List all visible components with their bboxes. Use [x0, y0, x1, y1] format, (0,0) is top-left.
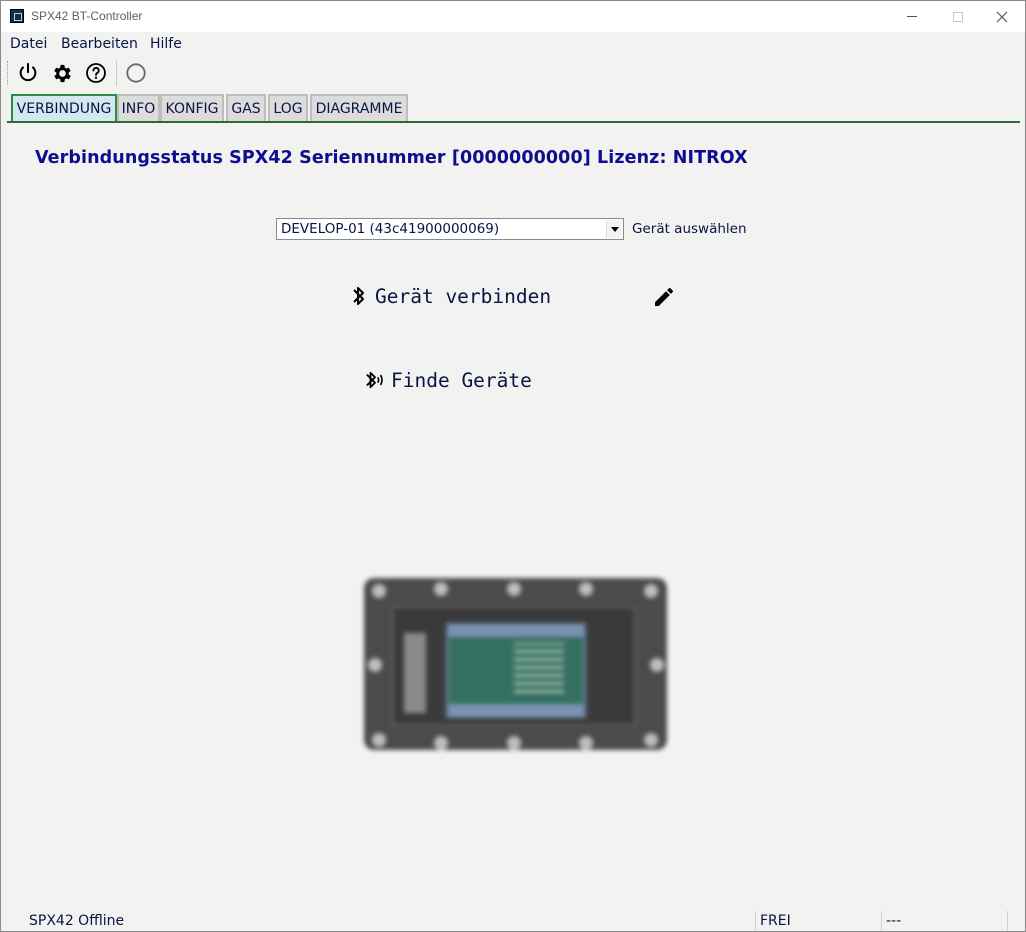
gear-icon	[53, 64, 71, 82]
toolbar-separator	[116, 60, 117, 86]
status-bar: SPX42 Offline FREI ---	[1, 907, 1025, 932]
minimize-button[interactable]	[889, 1, 935, 32]
device-select-value: DEVELOP-01 (43c41900000069)	[281, 221, 500, 237]
status-separator	[755, 911, 756, 931]
help-icon	[86, 63, 106, 83]
find-devices-button[interactable]: Finde Geräte	[365, 368, 532, 392]
tab-underline	[7, 121, 1020, 123]
connect-device-label: Gerät verbinden	[375, 284, 552, 308]
tab-verbindung[interactable]: VERBINDUNG	[11, 94, 117, 122]
close-button[interactable]	[979, 1, 1025, 32]
toolbar-grip	[7, 61, 9, 85]
app-window: SPX42 BT-Controller Datei Bearbeiten Hil…	[0, 0, 1026, 932]
tab-diagramme[interactable]: DIAGRAMME	[310, 94, 408, 121]
bluetooth-searching-icon	[365, 368, 385, 392]
device-select[interactable]: DEVELOP-01 (43c41900000069)	[276, 218, 624, 240]
menu-bearbeiten[interactable]: Bearbeiten	[61, 36, 138, 52]
menu-datei[interactable]: Datei	[10, 36, 47, 52]
status-extra: ---	[886, 913, 902, 929]
connect-device-button[interactable]: Gerät verbinden	[349, 284, 551, 308]
power-button[interactable]	[15, 60, 41, 86]
tab-info[interactable]: INFO	[117, 94, 160, 121]
status-connection: SPX42 Offline	[29, 913, 125, 929]
status-mode: FREI	[760, 913, 791, 929]
spx42-device-image	[364, 578, 667, 750]
tab-log[interactable]: LOG	[268, 94, 308, 121]
app-icon	[10, 9, 24, 23]
connection-status-heading: Verbindungsstatus SPX42 Seriennummer [00…	[35, 148, 748, 168]
settings-button[interactable]	[49, 60, 75, 86]
tab-konfig[interactable]: KONFIG	[160, 94, 224, 121]
edit-alias-button[interactable]	[652, 285, 676, 309]
window-title: SPX42 BT-Controller	[31, 9, 143, 23]
minimize-icon	[907, 16, 917, 17]
pencil-icon	[655, 287, 673, 306]
chevron-down-icon[interactable]	[606, 220, 622, 238]
status-separator	[1007, 911, 1008, 931]
help-button[interactable]	[83, 60, 109, 86]
find-devices-label: Finde Geräte	[391, 368, 532, 392]
title-bar: SPX42 BT-Controller	[1, 1, 1025, 32]
maximize-icon	[953, 11, 963, 22]
tab-gas[interactable]: GAS	[226, 94, 266, 121]
maximize-button[interactable]	[935, 1, 981, 32]
status-separator	[881, 911, 882, 931]
spinner-icon	[126, 63, 146, 83]
activity-indicator	[123, 60, 149, 86]
menu-bar: Datei Bearbeiten Hilfe	[1, 33, 1025, 55]
close-icon	[996, 11, 1008, 22]
menu-hilfe[interactable]: Hilfe	[150, 36, 182, 52]
device-select-label: Gerät auswählen	[632, 221, 747, 237]
bluetooth-icon	[349, 284, 369, 308]
toolbar	[1, 57, 1025, 91]
power-icon	[19, 62, 37, 82]
